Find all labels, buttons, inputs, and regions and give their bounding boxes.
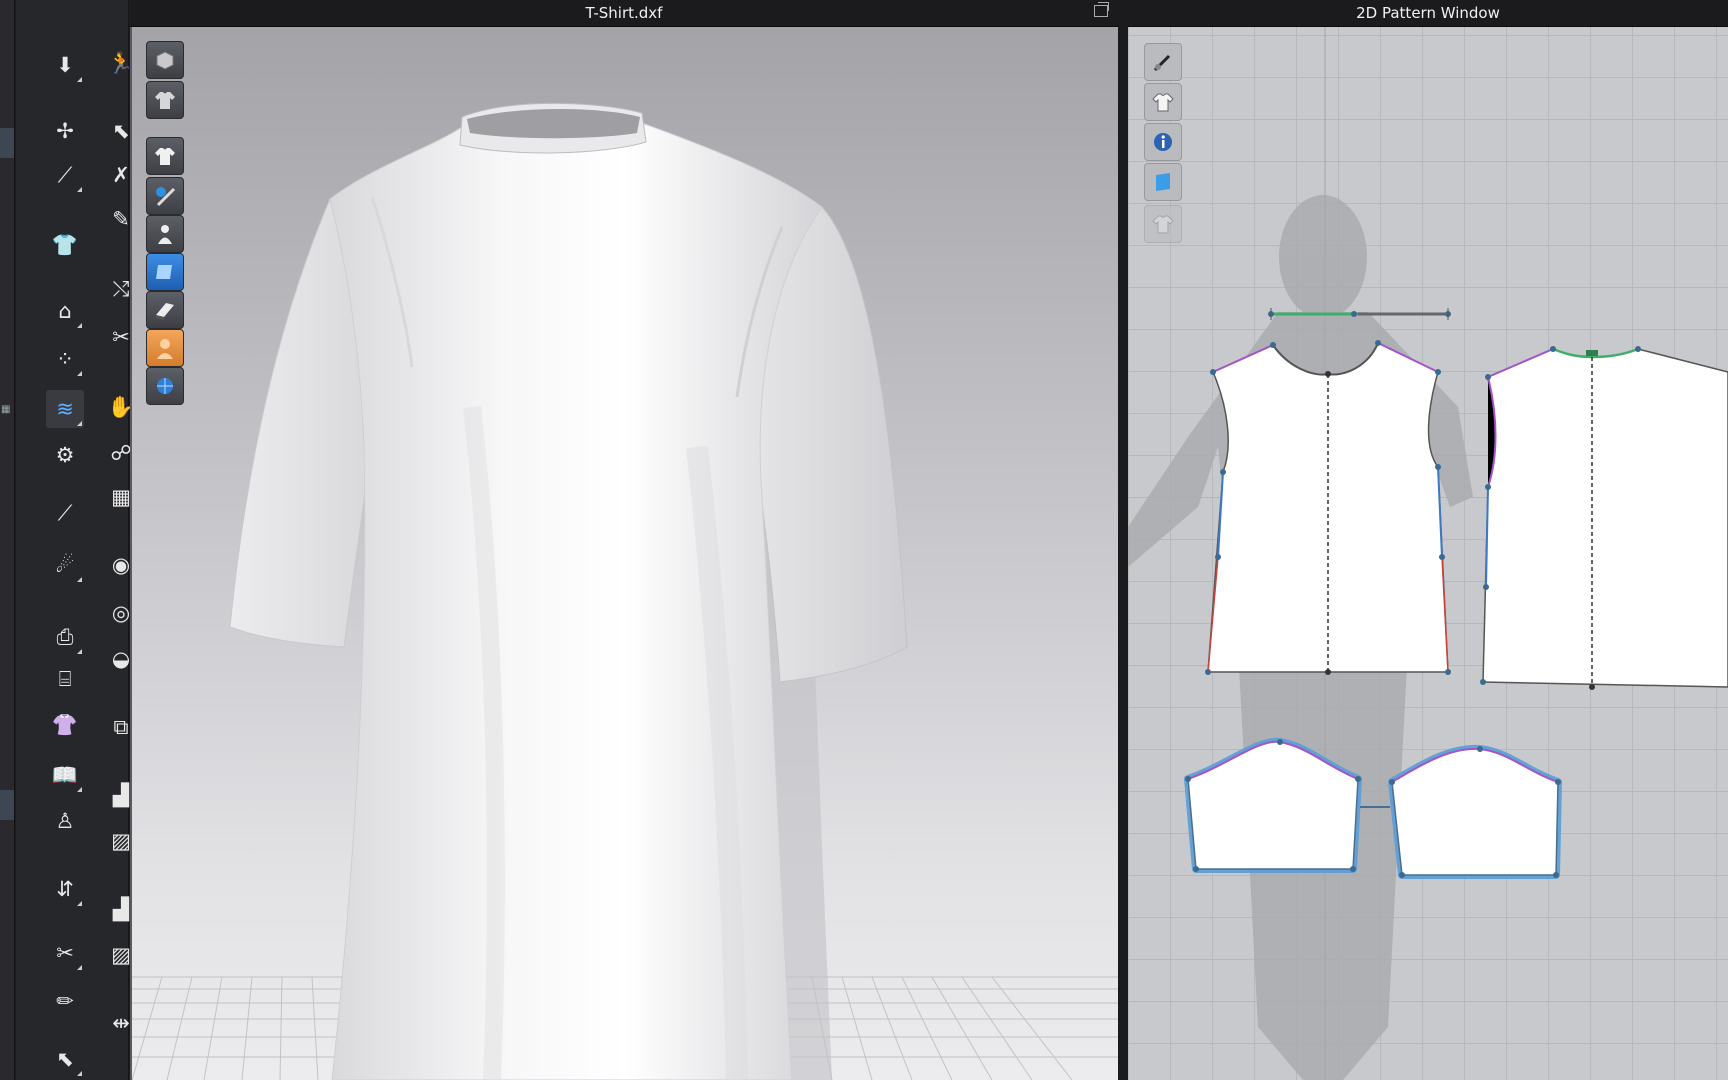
skin-view-icon[interactable] — [146, 329, 184, 367]
viewport-3d-title-bar: T-Shirt.dxf — [130, 0, 1118, 27]
viewport-3d-title: T-Shirt.dxf — [585, 4, 663, 22]
puckering-icon[interactable]: ⌂ — [46, 292, 84, 330]
fabric-select-icon[interactable] — [146, 253, 184, 291]
edit-pattern-icon[interactable]: ⟋ — [46, 156, 84, 194]
fabric-2d-icon[interactable] — [1144, 163, 1182, 201]
show-garment-icon[interactable] — [146, 137, 184, 175]
pattern-canvas[interactable] — [1128, 27, 1728, 1080]
edge-tab[interactable] — [0, 790, 14, 820]
pattern-window-title: 2D Pattern Window — [1356, 4, 1500, 22]
avatar-edit-icon[interactable]: ⁘ — [46, 340, 84, 378]
pattern-window[interactable] — [1128, 27, 1728, 1080]
3d-scene[interactable] — [132, 27, 1120, 1080]
shirt-torso — [329, 122, 823, 1080]
book-icon[interactable]: 📖 — [46, 756, 84, 794]
left-edge-strip: ▦ — [0, 0, 15, 1080]
avatar-small-icon[interactable]: ♙ — [46, 802, 84, 840]
lock-garment-icon[interactable] — [1144, 205, 1182, 243]
view-garment-icon[interactable] — [146, 81, 184, 119]
restore-window-icon[interactable] — [1094, 2, 1109, 17]
stamp-icon[interactable]: ⎙ — [46, 618, 84, 656]
gizmo-move-icon[interactable]: ✢ — [46, 112, 84, 150]
right-sleeve-pattern — [1388, 744, 1562, 879]
garment-icon[interactable]: 👕 — [46, 226, 84, 264]
edit-texture-icon[interactable] — [1144, 43, 1182, 81]
grid-icon[interactable]: ▦ — [1, 404, 10, 415]
fabric-wave-icon[interactable]: ≋ — [46, 390, 84, 428]
show-garment-2d-icon[interactable] — [1144, 83, 1182, 121]
cut-icon[interactable]: ✂ — [46, 934, 84, 972]
bag-icon[interactable]: ⌸ — [46, 660, 84, 698]
folded-shirt-icon[interactable]: 👚 — [46, 706, 84, 744]
globe-render-icon[interactable] — [146, 367, 184, 405]
front-body-pattern — [1205, 340, 1451, 675]
info-icon[interactable] — [1144, 123, 1182, 161]
thickness-icon[interactable] — [146, 291, 184, 329]
tool-palette: ⬇ 🏃 ✢ ⬉ ⟋ ✗ 👕 ✎ ⤭ ⌂ ✂ ⁘ ≋ ✋ ⚙ ☍ ⟋ ▦ ☄ ◉ … — [16, 0, 138, 1080]
pin-pull-icon[interactable]: ☄ — [46, 546, 84, 584]
pattern-window-title-bar: 2D Pattern Window — [1128, 0, 1728, 27]
panel-splitter[interactable] — [1118, 0, 1128, 1080]
avatar-view-icon[interactable] — [146, 215, 184, 253]
edge-tab[interactable] — [0, 128, 14, 158]
tool-more-icon[interactable]: ⬉ — [46, 1040, 84, 1078]
sewing-machine-icon[interactable]: ⚙ — [46, 436, 84, 474]
back-body-pattern — [1480, 346, 1728, 690]
measure-icon[interactable]: ⇵ — [46, 870, 84, 908]
needle-icon[interactable]: ⟋ — [46, 494, 84, 532]
pencil-icon[interactable]: ✏ — [46, 982, 84, 1020]
pin-tool-icon[interactable]: ⬇ — [46, 46, 84, 84]
viewport-3d[interactable] — [130, 27, 1120, 1080]
view-3d-box-icon[interactable] — [146, 41, 184, 79]
texture-view-icon[interactable] — [146, 177, 184, 215]
